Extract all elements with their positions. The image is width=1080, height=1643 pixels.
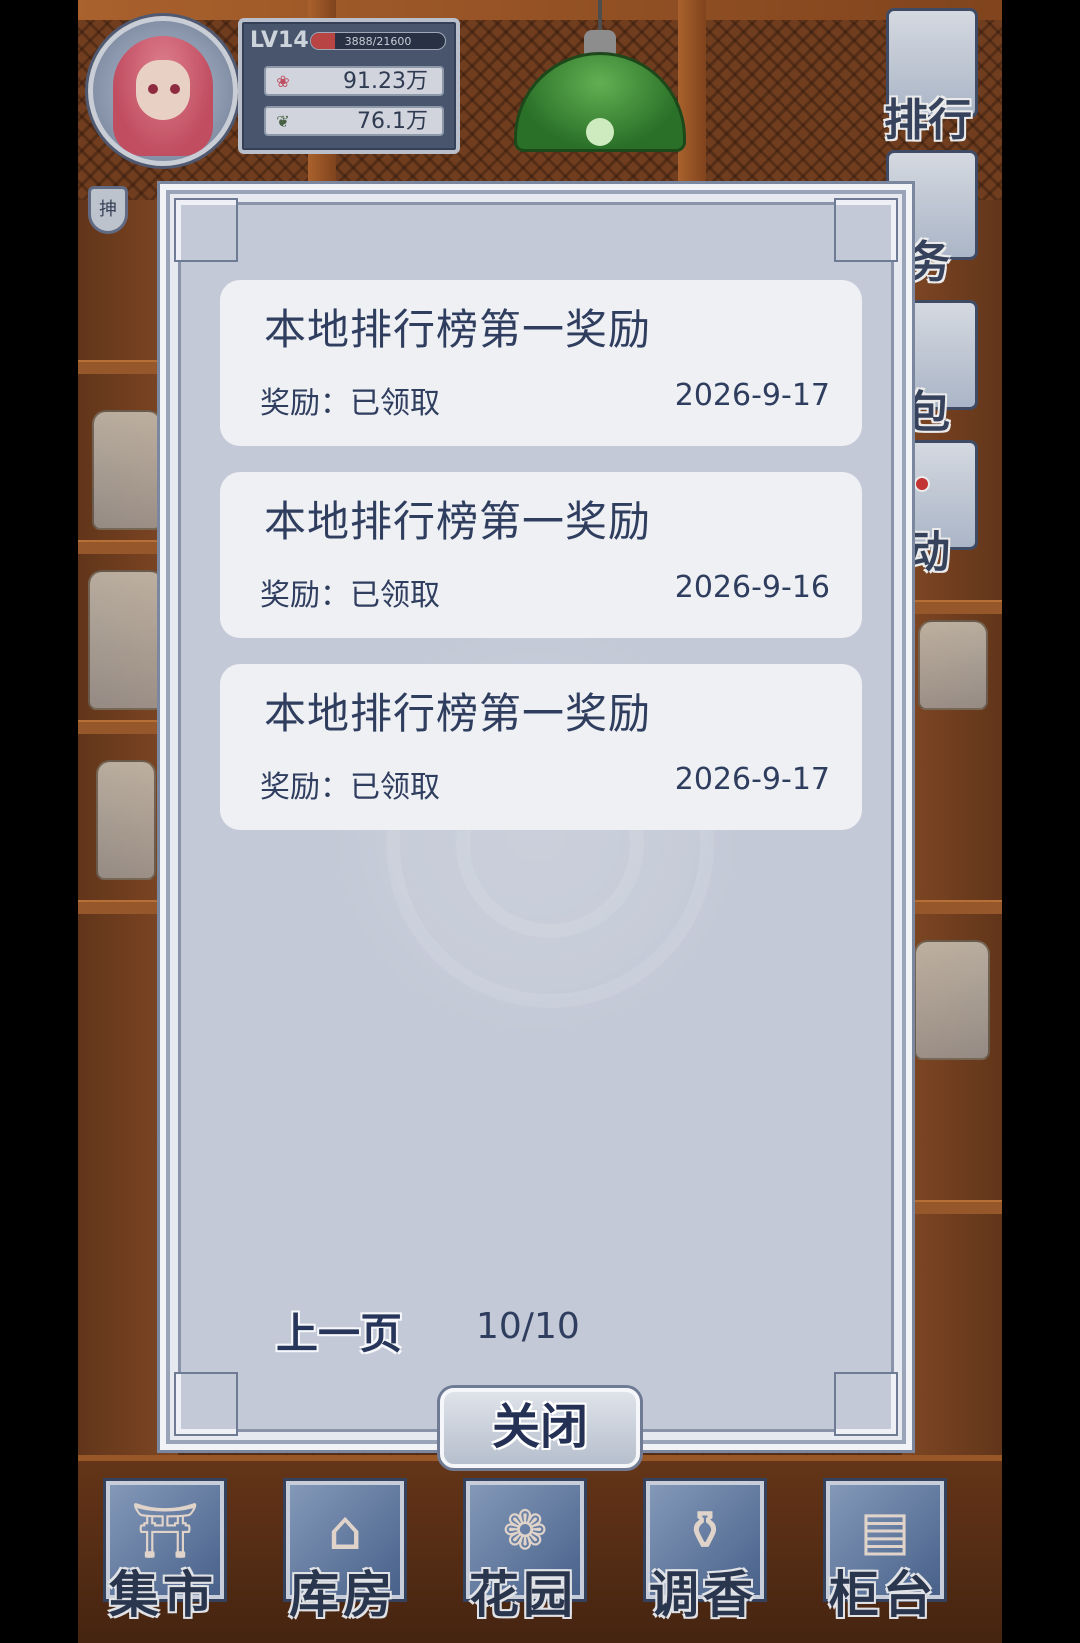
reward-history-dialog: 本地排行榜第一奖励 奖励：已领取 2026-9-17 本地排行榜第一奖励 奖励：… [160, 184, 912, 1450]
reward-record-card: 本地排行榜第一奖励 奖励：已领取 2026-9-17 [220, 280, 862, 446]
record-title: 本地排行榜第一奖励 [264, 305, 652, 354]
record-title: 本地排行榜第一奖励 [264, 689, 652, 738]
reward-record-card: 本地排行榜第一奖励 奖励：已领取 2026-9-17 [220, 664, 862, 830]
record-date: 2026-9-17 [674, 762, 830, 797]
reward-record-card: 本地排行榜第一奖励 奖励：已领取 2026-9-16 [220, 472, 862, 638]
frame-corner [176, 200, 236, 260]
prev-page-button[interactable]: 上一页 [276, 1300, 402, 1361]
reward-record-list: 本地排行榜第一奖励 奖励：已领取 2026-9-17 本地排行榜第一奖励 奖励：… [220, 280, 862, 856]
record-status: 奖励：已领取 [260, 386, 440, 421]
pagination: 上一页 10/10 [276, 1300, 816, 1360]
record-date: 2026-9-16 [674, 570, 830, 605]
record-status: 奖励：已领取 [260, 770, 440, 805]
page-indicator: 10/10 [476, 1306, 580, 1347]
record-date: 2026-9-17 [674, 378, 830, 413]
close-button[interactable]: 关闭 [440, 1388, 640, 1468]
frame-corner [836, 1374, 896, 1434]
record-title: 本地排行榜第一奖励 [264, 497, 652, 546]
frame-corner [176, 1374, 236, 1434]
record-status: 奖励：已领取 [260, 578, 440, 613]
frame-corner [836, 200, 896, 260]
